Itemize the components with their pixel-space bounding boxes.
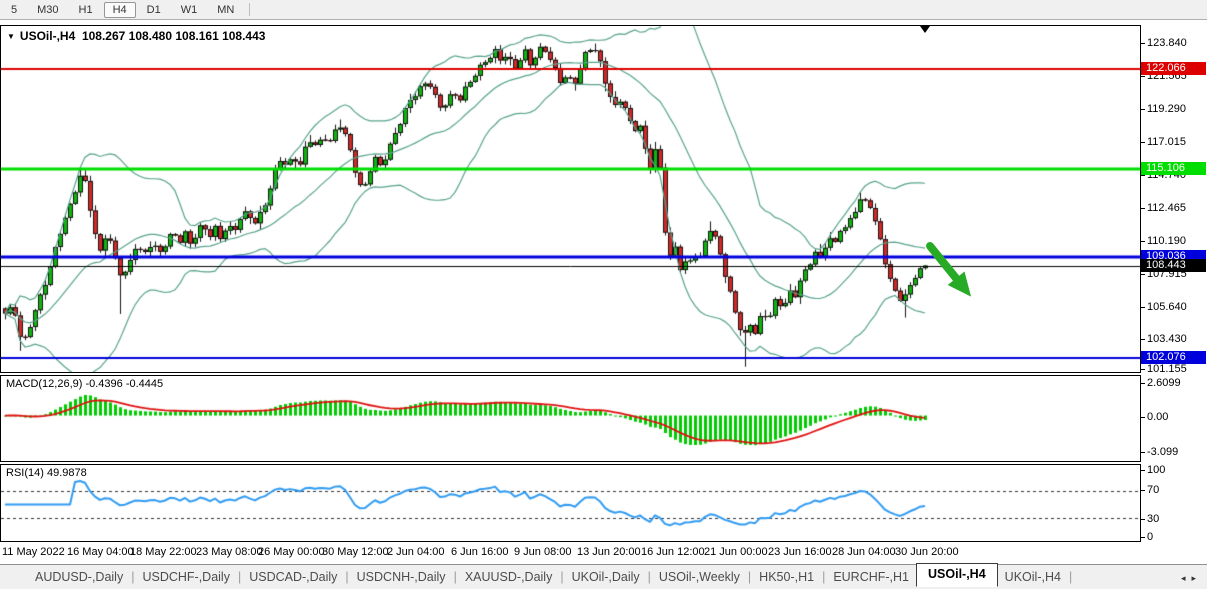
macd-axis-tick: 2.6099 (1147, 377, 1181, 389)
time-axis-label: 16 May 04:00 (67, 546, 134, 558)
axis-tick (1141, 142, 1145, 143)
timeframe-button-d1[interactable]: D1 (138, 2, 170, 18)
rsi-label: RSI(14) 49.9878 (6, 467, 87, 479)
tab-separator: | (648, 570, 651, 584)
chart-title: ▼ USOil-,H4 108.267 108.480 108.161 108.4… (7, 29, 265, 43)
tab-ukoil-daily[interactable]: UKOil-,Daily (565, 568, 647, 586)
tab-separator: | (1069, 570, 1072, 584)
price-chart-canvas[interactable] (1, 26, 1140, 372)
price-pane[interactable] (0, 25, 1141, 373)
price-axis-tick: 105.640 (1147, 301, 1187, 313)
tab-separator: | (238, 570, 241, 584)
price-axis-tick: 112.465 (1147, 202, 1186, 214)
axis-tick (1141, 452, 1145, 453)
axis-tick (1141, 208, 1145, 209)
time-axis-label: 18 May 22:00 (130, 546, 197, 558)
tab-usoil-weekly[interactable]: USOil-,Weekly (652, 568, 747, 586)
macd-axis-tick: 0.00 (1147, 411, 1168, 423)
axis-tick (1141, 490, 1145, 491)
timeframe-button-5[interactable]: 5 (2, 2, 26, 18)
tab-usdchf-daily[interactable]: USDCHF-,Daily (135, 568, 237, 586)
time-axis-label: 26 May 00:00 (258, 546, 325, 558)
axis-tick (1141, 470, 1145, 471)
chart-shift-marker (920, 26, 930, 33)
tab-separator: | (454, 570, 457, 584)
tab-separator: | (822, 570, 825, 584)
tab-scroll-right-icon[interactable]: ▸ (1191, 573, 1202, 583)
tab-usdcad-daily[interactable]: USDCAD-,Daily (242, 568, 344, 586)
time-axis-label: 23 Jun 16:00 (768, 546, 832, 558)
toolbar-separator (249, 3, 250, 16)
time-axis-label: 11 May 2022 (2, 546, 65, 558)
macd-pane[interactable] (0, 375, 1141, 462)
axis-tick (1141, 383, 1145, 384)
mt4-window: 5M30H1H4D1W1MN ▼ USOil-,H4 108.267 108.48… (0, 0, 1207, 589)
timeframe-button-h1[interactable]: H1 (70, 2, 102, 18)
tab-usoil-h4[interactable]: USOil-,H4 (916, 563, 998, 587)
rsi-axis-tick: 70 (1147, 484, 1159, 496)
time-axis-label: 30 May 12:00 (322, 546, 389, 558)
tab-xauusd-daily[interactable]: XAUUSD-,Daily (458, 568, 560, 586)
axis-tick (1141, 76, 1145, 77)
macd-pane-canvas[interactable] (1, 376, 1140, 461)
axis-tick (1141, 339, 1145, 340)
time-axis-label: 13 Jun 20:00 (577, 546, 641, 558)
symbol-dropdown-icon: ▼ (7, 32, 15, 41)
rsi-axis-tick: 30 (1147, 513, 1159, 525)
rsi-axis-tick: 100 (1147, 464, 1165, 476)
tab-eurchf-h1[interactable]: EURCHF-,H1 (826, 568, 916, 586)
tab-separator: | (131, 570, 134, 584)
price-axis-tick: 123.840 (1147, 37, 1187, 49)
chart-tabbar: AUDUSD-,Daily|USDCHF-,Daily|USDCAD-,Dail… (0, 564, 1207, 589)
axis-tick (1141, 537, 1145, 538)
tab-separator: | (560, 570, 563, 584)
axis-tick (1141, 519, 1145, 520)
tab-separator: | (748, 570, 751, 584)
tab-separator: | (345, 570, 348, 584)
time-axis-label: 23 May 08:00 (196, 546, 263, 558)
price-axis-tick: 103.430 (1147, 333, 1187, 345)
time-axis-label: 28 Jun 04:00 (832, 546, 896, 558)
price-axis-tick: 117.015 (1147, 136, 1186, 148)
axis-tick (1141, 109, 1145, 110)
price-axis-tick: 101.155 (1147, 363, 1187, 375)
price-level-label: 108.443 (1141, 259, 1206, 272)
timeframe-button-h4[interactable]: H4 (104, 2, 136, 18)
price-level-label: 102.076 (1141, 351, 1206, 364)
price-axis-tick: 110.190 (1147, 235, 1186, 247)
axis-tick (1141, 307, 1145, 308)
axis-tick (1141, 417, 1145, 418)
macd-axis-tick: -3.099 (1147, 446, 1178, 458)
price-level-label: 122.066 (1141, 62, 1206, 75)
axis-tick (1141, 274, 1145, 275)
tab-scroll-left-icon[interactable]: ◂ (1181, 573, 1192, 583)
time-axis-label: 30 Jun 20:00 (895, 546, 959, 558)
axis-tick (1141, 43, 1145, 44)
rsi-axis-tick: 0 (1147, 531, 1153, 543)
price-axis-tick: 119.290 (1147, 103, 1186, 115)
timeframe-button-w1[interactable]: W1 (172, 2, 207, 18)
tab-hk50-h1[interactable]: HK50-,H1 (752, 568, 821, 586)
time-axis-label: 2 Jun 04:00 (387, 546, 445, 558)
price-level-label: 115.106 (1141, 162, 1206, 175)
time-axis-label: 6 Jun 16:00 (451, 546, 509, 558)
timeframe-button-mn[interactable]: MN (208, 2, 243, 18)
time-axis-label: 16 Jun 12:00 (641, 546, 705, 558)
chart-symbol: USOil-,H4 (20, 29, 75, 43)
macd-label: MACD(12,26,9) -0.4396 -0.4445 (6, 378, 163, 390)
rsi-pane-canvas[interactable] (1, 465, 1140, 541)
rsi-pane[interactable] (0, 464, 1141, 542)
trend-arrow[interactable] (920, 236, 992, 314)
axis-tick (1141, 241, 1145, 242)
tab-ukoil-h4[interactable]: UKOil-,H4 (998, 568, 1068, 586)
time-axis-label: 9 Jun 08:00 (514, 546, 572, 558)
chart-ohlc-values: 108.267 108.480 108.161 108.443 (82, 29, 266, 43)
axis-tick (1141, 369, 1145, 370)
time-axis-label: 21 Jun 00:00 (704, 546, 768, 558)
tab-usdcnh-daily[interactable]: USDCNH-,Daily (350, 568, 453, 586)
tab-audusd-daily[interactable]: AUDUSD-,Daily (28, 568, 130, 586)
timeframe-toolbar: 5M30H1H4D1W1MN (0, 0, 1207, 20)
timeframe-button-m30[interactable]: M30 (28, 2, 67, 18)
